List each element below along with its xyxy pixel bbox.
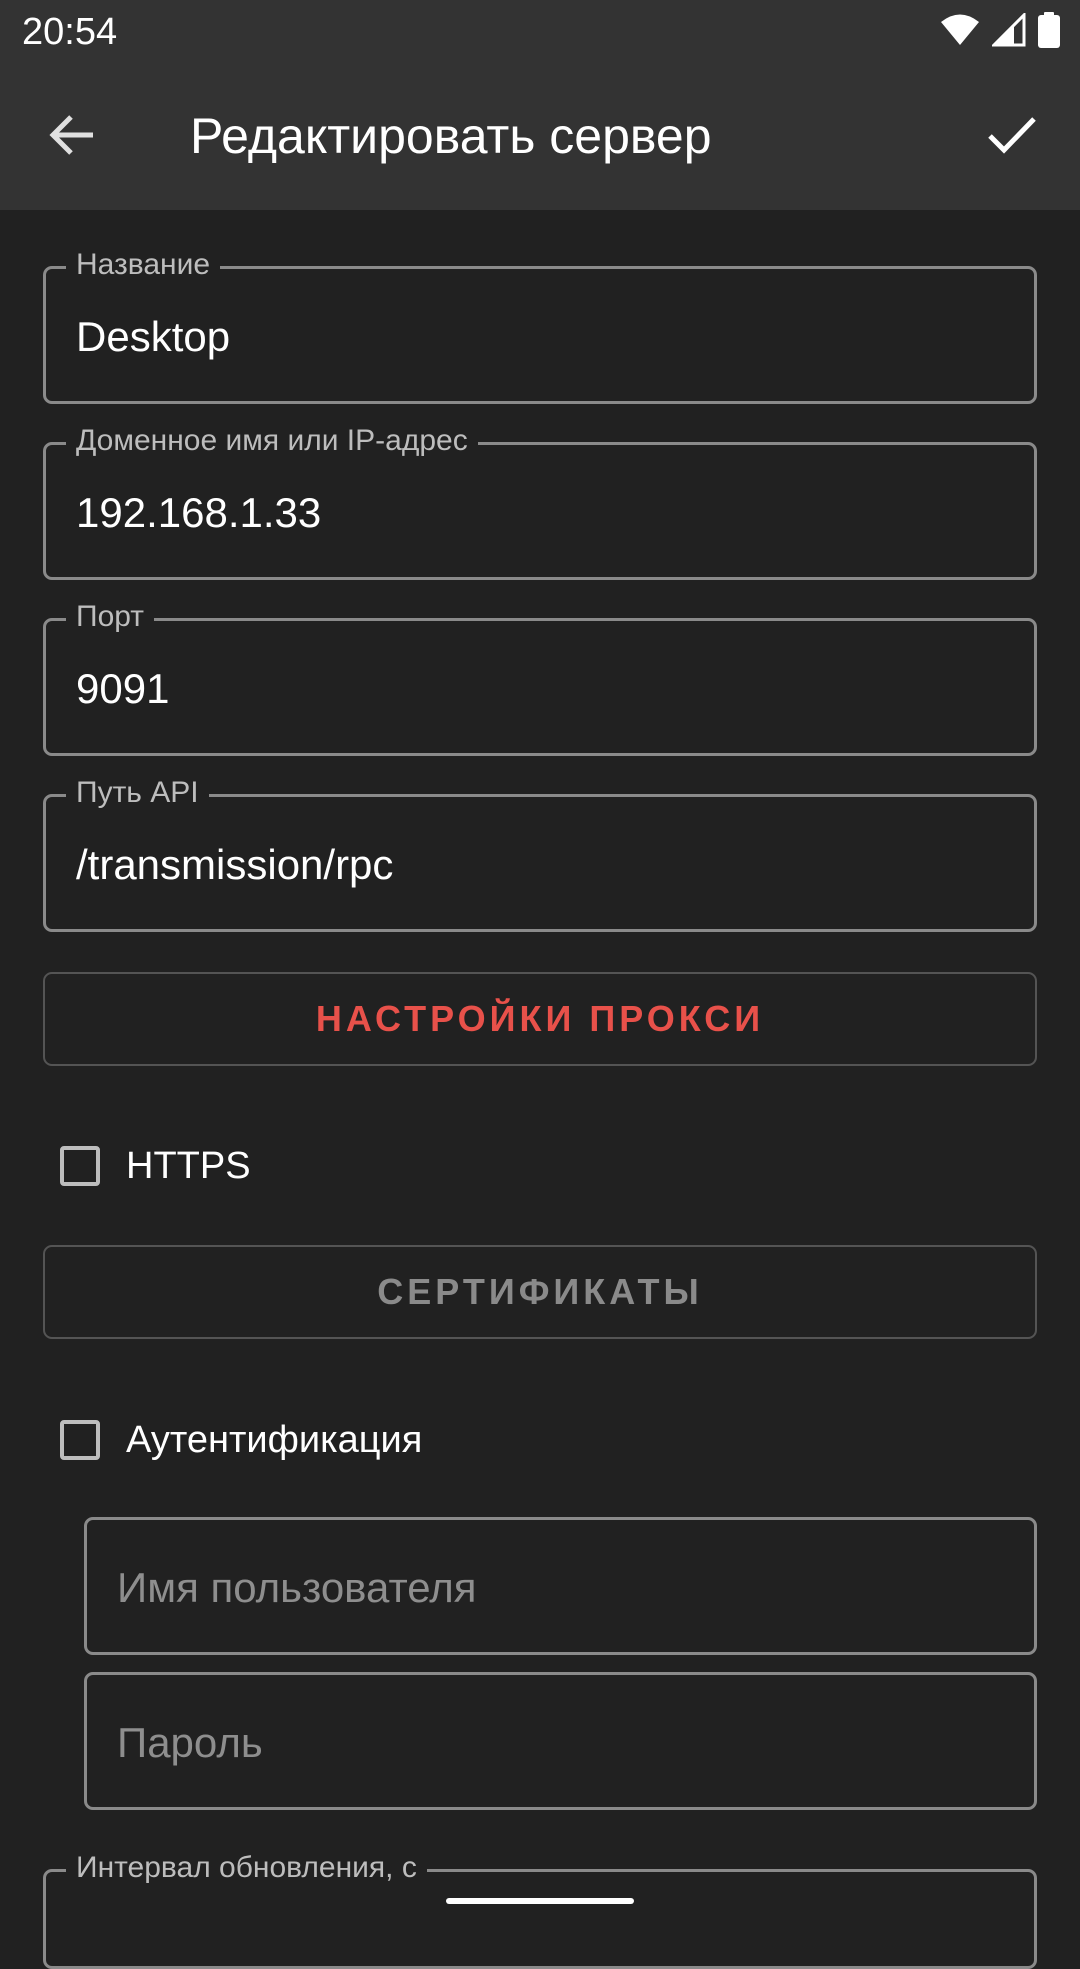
back-button[interactable]	[30, 102, 114, 172]
authentication-checkbox[interactable]	[60, 1420, 100, 1460]
password-placeholder[interactable]: Пароль	[117, 1719, 263, 1767]
wifi-icon	[940, 13, 980, 52]
port-field[interactable]: Порт 9091	[43, 597, 1037, 756]
https-checkbox-row[interactable]: HTTPS	[60, 1136, 251, 1196]
host-field[interactable]: Доменное имя или IP-адрес 192.168.1.33	[43, 421, 1037, 580]
port-field-label: Порт	[66, 597, 155, 637]
https-checkbox-label: HTTPS	[126, 1144, 251, 1187]
app-bar: Редактировать сервер	[0, 64, 1080, 210]
certificates-button: СЕРТИФИКАТЫ	[43, 1245, 1037, 1339]
api-path-field-label: Путь API	[66, 773, 209, 813]
status-icons	[940, 10, 1060, 53]
password-field[interactable]: Пароль	[84, 1672, 1037, 1810]
home-indicator[interactable]	[446, 1898, 634, 1904]
update-interval-field-label: Интервал обновления, с	[66, 1848, 427, 1888]
authentication-checkbox-row[interactable]: Аутентификация	[60, 1410, 422, 1470]
host-field-value[interactable]: 192.168.1.33	[76, 489, 321, 537]
cellular-signal-icon	[990, 10, 1026, 52]
arrow-back-icon	[49, 113, 95, 162]
page-title: Редактировать сервер	[190, 108, 712, 164]
name-field[interactable]: Название Desktop	[43, 245, 1037, 404]
api-path-field-value[interactable]: /transmission/rpc	[76, 841, 393, 889]
name-field-value[interactable]: Desktop	[76, 313, 230, 361]
https-checkbox[interactable]	[60, 1146, 100, 1186]
proxy-settings-button[interactable]: НАСТРОЙКИ ПРОКСИ	[43, 972, 1037, 1066]
name-field-label: Название	[66, 245, 221, 285]
authentication-checkbox-label: Аутентификация	[126, 1418, 423, 1461]
update-interval-field[interactable]: Интервал обновления, с	[43, 1848, 1037, 1969]
battery-icon	[1038, 11, 1060, 53]
status-time: 20:54	[22, 11, 118, 53]
save-button[interactable]	[970, 102, 1054, 172]
api-path-field[interactable]: Путь API /transmission/rpc	[43, 773, 1037, 932]
status-bar: 20:54	[0, 0, 1080, 64]
username-placeholder[interactable]: Имя пользователя	[117, 1564, 476, 1612]
check-icon	[987, 115, 1037, 160]
host-field-label: Доменное имя или IP-адрес	[66, 421, 478, 461]
username-field[interactable]: Имя пользователя	[84, 1517, 1037, 1655]
port-field-value[interactable]: 9091	[76, 665, 169, 713]
